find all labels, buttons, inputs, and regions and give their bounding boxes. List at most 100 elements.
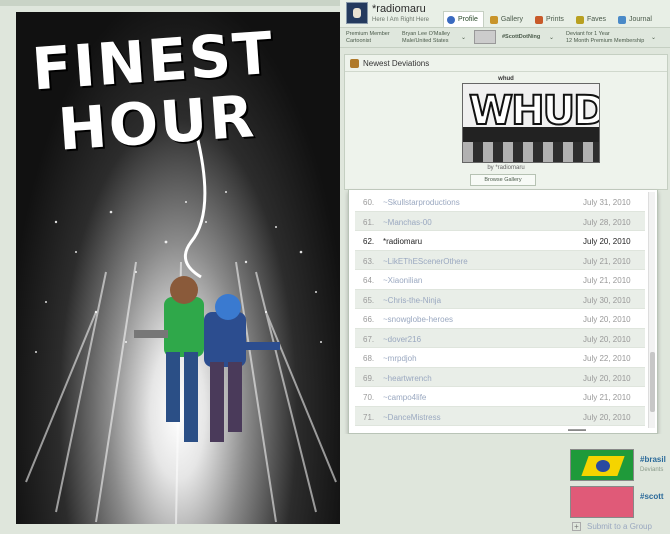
table-row: 69. ~heartwrench July 20, 2010: [355, 367, 645, 387]
artwork-title-line2: HOUR: [56, 82, 258, 164]
real-name: Bryan Lee O'Malley: [402, 31, 450, 37]
avatar[interactable]: [346, 2, 368, 24]
row-number: 60.: [363, 198, 375, 207]
table-row: 66. ~snowglobe-heroes July 20, 2010: [355, 309, 645, 329]
prints-icon: [535, 15, 544, 24]
newest-deviations-header: Newest Deviations: [345, 55, 667, 72]
row-number: 63.: [363, 256, 375, 266]
thumb-title[interactable]: whud: [345, 76, 667, 82]
faves-icon: [575, 15, 584, 24]
chevron-down-icon[interactable]: ⌄: [549, 34, 554, 41]
member-role: Cartoonist: [346, 38, 372, 44]
row-username[interactable]: ~Manchas-00: [383, 218, 432, 227]
table-row: 70. ~campo4life July 21, 2010: [355, 387, 645, 407]
scott-group-icon[interactable]: [570, 486, 634, 518]
row-number: 67.: [363, 334, 375, 344]
tab-profile[interactable]: Profile: [443, 11, 484, 27]
tab-label: Prints: [546, 16, 564, 23]
tab-label: Profile: [458, 16, 478, 23]
profile-tabs: Profile Gallery Prints Faves Journal: [443, 11, 658, 27]
chevron-down-icon[interactable]: ⌄: [461, 34, 466, 41]
row-date: July 30, 2010: [583, 295, 631, 305]
row-date: July 28, 2010: [583, 217, 631, 227]
deviation-thumbnail[interactable]: WHUD: [462, 83, 600, 163]
row-username[interactable]: ~snowglobe-heroes: [383, 315, 453, 324]
group-name[interactable]: #brasil: [640, 455, 666, 464]
table-row: 60. ~Skullstarproductions July 31, 2010: [355, 192, 645, 212]
realname-dropdown[interactable]: Bryan Lee O'Malley Male/United States: [402, 31, 450, 45]
member-type: Premium Member: [346, 31, 390, 37]
newest-deviations-panel: Newest Deviations whud WHUD by *radiomar…: [344, 54, 668, 190]
tab-label: Gallery: [500, 16, 524, 23]
group-sub: Deviants: [640, 467, 664, 473]
tab-label: Journal: [629, 16, 652, 23]
plus-icon: +: [572, 522, 581, 531]
tab-prints[interactable]: Prints: [531, 11, 570, 27]
row-date: July 20, 2010: [583, 315, 631, 324]
row-number: 69.: [363, 373, 375, 383]
row-date: July 20, 2010: [583, 373, 631, 383]
group-name[interactable]: #scott: [640, 492, 664, 501]
comic-artwork: FINEST HOUR: [16, 12, 340, 524]
row-username[interactable]: ~campo4life: [383, 393, 426, 402]
table-row: 65. ~Chris-the-Ninja July 30, 2010: [355, 289, 645, 309]
row-date: July 31, 2010: [583, 198, 631, 207]
row-username[interactable]: ~Skullstarproductions: [383, 198, 460, 207]
row-username[interactable]: *radiomaru: [383, 237, 422, 246]
brasil-group-icon[interactable]: [570, 449, 634, 481]
row-username[interactable]: ~dover216: [383, 335, 421, 344]
row-username[interactable]: ~mrpdjoh: [383, 354, 417, 363]
row-number: 64.: [363, 276, 375, 285]
row-number: 71.: [363, 412, 375, 422]
row-date: July 21, 2010: [583, 256, 631, 266]
row-username[interactable]: ~DanceMistress: [383, 413, 441, 422]
row-number: 70.: [363, 393, 375, 402]
badge-label[interactable]: #ScottDotNing: [502, 34, 540, 41]
tab-journal[interactable]: Journal: [614, 11, 658, 27]
submit-label: Submit to a Group: [587, 522, 652, 531]
scrollbar-thumb[interactable]: [650, 352, 655, 412]
row-date: July 20, 2010: [583, 334, 631, 344]
table-row: 68. ~mrpdjoh July 22, 2010: [355, 348, 645, 368]
tab-label: Faves: [586, 16, 606, 23]
row-username[interactable]: ~Chris-the-Ninja: [383, 296, 441, 305]
artwork-title: FINEST HOUR: [30, 19, 281, 164]
chevron-down-icon[interactable]: ⌄: [651, 34, 656, 41]
table-row: 61. ~Manchas-00 July 28, 2010: [355, 211, 645, 231]
submit-to-group-link[interactable]: + Submit to a Group: [572, 522, 652, 531]
profile-username[interactable]: *radiomaru: [372, 3, 426, 15]
thumb-word: WHUD: [468, 87, 600, 135]
row-number: 62.: [363, 237, 375, 246]
gallery-icon: [489, 15, 498, 24]
tab-faves[interactable]: Faves: [572, 11, 612, 27]
row-username[interactable]: ~heartwrench: [383, 374, 432, 383]
row-date: July 20, 2010: [583, 412, 631, 422]
table-row: 64. ~Xiaonilian July 21, 2010: [355, 270, 645, 290]
profile-tagline: Here I Am Right Here: [372, 17, 430, 23]
profile-icon: [447, 15, 455, 24]
row-number: 65.: [363, 295, 375, 305]
tab-gallery[interactable]: Gallery: [486, 11, 529, 27]
table-row: 63. ~LikEThEScenerOthere July 21, 2010: [355, 250, 645, 270]
row-date: July 21, 2010: [583, 276, 631, 285]
watchers-table: 60. ~Skullstarproductions July 31, 2010 61.…: [348, 190, 658, 434]
row-username[interactable]: ~LikEThEScenerOthere: [383, 257, 468, 266]
row-number: 68.: [363, 354, 375, 363]
thumb-author[interactable]: by *radiomaru: [345, 165, 667, 171]
table-row: 71. ~DanceMistress July 20, 2010: [355, 406, 645, 426]
browse-gallery-button[interactable]: Browse Gallery: [470, 174, 536, 186]
scrollbar[interactable]: [648, 192, 655, 428]
scroll-handle-icon[interactable]: ▬▬▬: [568, 427, 586, 433]
deviant-info[interactable]: Deviant for 1 Year 12 Month Premium Memb…: [566, 31, 644, 45]
row-username[interactable]: ~Xiaonilian: [383, 276, 422, 285]
row-date: July 20, 2010: [583, 237, 631, 246]
journal-icon: [618, 15, 626, 24]
newest-deviations-title: Newest Deviations: [363, 59, 430, 68]
table-row: 67. ~dover216 July 20, 2010: [355, 328, 645, 348]
thumb-floor: [463, 142, 599, 162]
location: Male/United States: [402, 38, 449, 44]
table-row: 62. *radiomaru July 20, 2010: [355, 231, 645, 251]
row-number: 66.: [363, 315, 375, 324]
top-strip: [0, 0, 340, 6]
row-date: July 21, 2010: [583, 393, 631, 402]
